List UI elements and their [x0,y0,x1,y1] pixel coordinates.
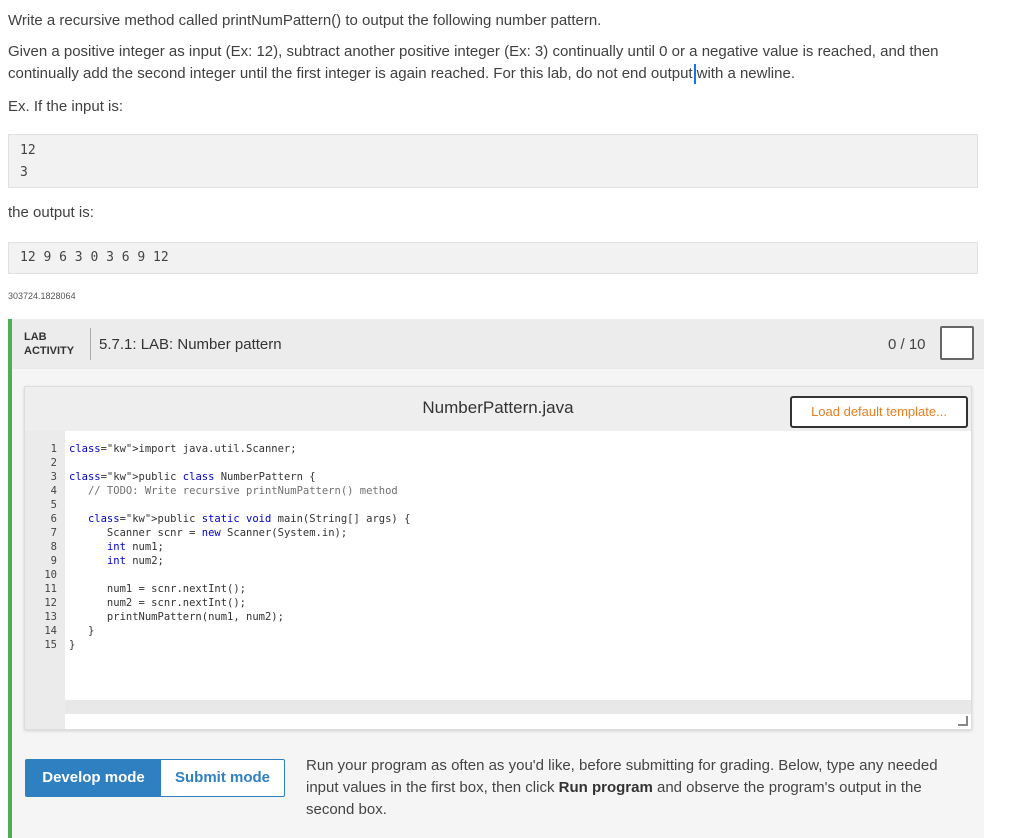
code-line: int num2; [106,555,164,567]
code-line: } [69,639,76,651]
completion-checkbox-icon [940,326,974,360]
code-line: // TODO: Write recursive printNumPattern… [69,485,398,497]
line-number: 3 [50,471,57,483]
code-line: class="kw">public static void main(Strin… [87,513,411,525]
example-input-box: 12 3 [8,134,978,188]
line-number-gutter: 1 2 3 4 5 6 7 8 9 10 11 12 13 14 15 [25,431,65,729]
example-label: Ex. If the input is: [8,98,124,115]
code-line: num1 = scnr.nextInt(); [69,583,247,595]
code-line: num2 = scnr.nextInt(); [69,597,247,609]
example-output-value: 12 9 6 3 0 3 6 9 12 [20,250,169,265]
submit-mode-button[interactable]: Submit mode [161,760,284,796]
line-number: 11 [44,583,57,595]
line-number: 12 [44,597,57,609]
line-number: 15 [44,639,57,651]
line-number: 10 [44,569,57,581]
lab-score: 0 / 10 [888,336,926,353]
code-line: Scanner scnr = new Scanner(System.in); [69,527,348,539]
lab-tag-line-1: LAB [24,331,47,343]
code-line: class="kw">public class NumberPattern { [69,471,316,483]
resize-handle-icon[interactable] [958,716,968,726]
load-default-template-button[interactable]: Load default template... [790,396,968,428]
lab-activity-panel: LAB ACTIVITY 5.7.1: LAB: Number pattern … [8,319,984,838]
code-line: printNumPattern(num1, num2); [69,611,284,623]
mode-toggle: Develop mode Submit mode [25,759,285,797]
lab-activity-tag: LAB ACTIVITY [24,330,74,358]
line-number: 9 [50,555,57,567]
line-number: 1 [50,443,57,455]
code-text-area[interactable]: class="kw">import java.util.Scanner; clas… [65,431,971,729]
lab-title: 5.7.1: LAB: Number pattern [99,336,282,353]
instruction-text-a: Given a positive integer as input (Ex: 1… [8,43,939,82]
line-number: 13 [44,611,57,623]
run-program-emphasis: Run program [558,779,653,796]
header-divider [90,328,91,360]
lab-header: LAB ACTIVITY 5.7.1: LAB: Number pattern … [12,319,984,369]
example-output-box: 12 9 6 3 0 3 6 9 12 [8,242,978,274]
output-label: the output is: [8,204,94,221]
code-line: class="kw">import java.util.Scanner; [69,443,297,455]
instruction-text-b: with a newline. [696,65,795,82]
line-number: 8 [50,541,57,553]
line-number: 6 [50,513,57,525]
instruction-paragraph: Given a positive integer as input (Ex: 1… [8,41,983,85]
text-cursor [693,64,696,85]
lab-tag-line-2: ACTIVITY [24,345,75,357]
line-number: 7 [50,527,57,539]
code-line: } [69,625,95,637]
develop-mode-button[interactable]: Develop mode [26,760,161,796]
run-instructions: Run your program as often as you'd like,… [306,755,974,821]
line-number: 2 [50,457,57,469]
line-number: 4 [50,485,57,497]
example-input-line: 12 [20,143,36,158]
instruction-line-1: Write a recursive method called printNum… [8,12,602,29]
editor-header: NumberPattern.java Load default template… [25,387,971,431]
line-number: 5 [50,499,57,511]
line-number: 14 [44,625,57,637]
content-identifier: 303724.1828064 [8,291,76,301]
example-input-line: 3 [20,165,28,180]
code-line: int num1; [106,541,164,553]
code-editor: NumberPattern.java Load default template… [24,386,972,730]
